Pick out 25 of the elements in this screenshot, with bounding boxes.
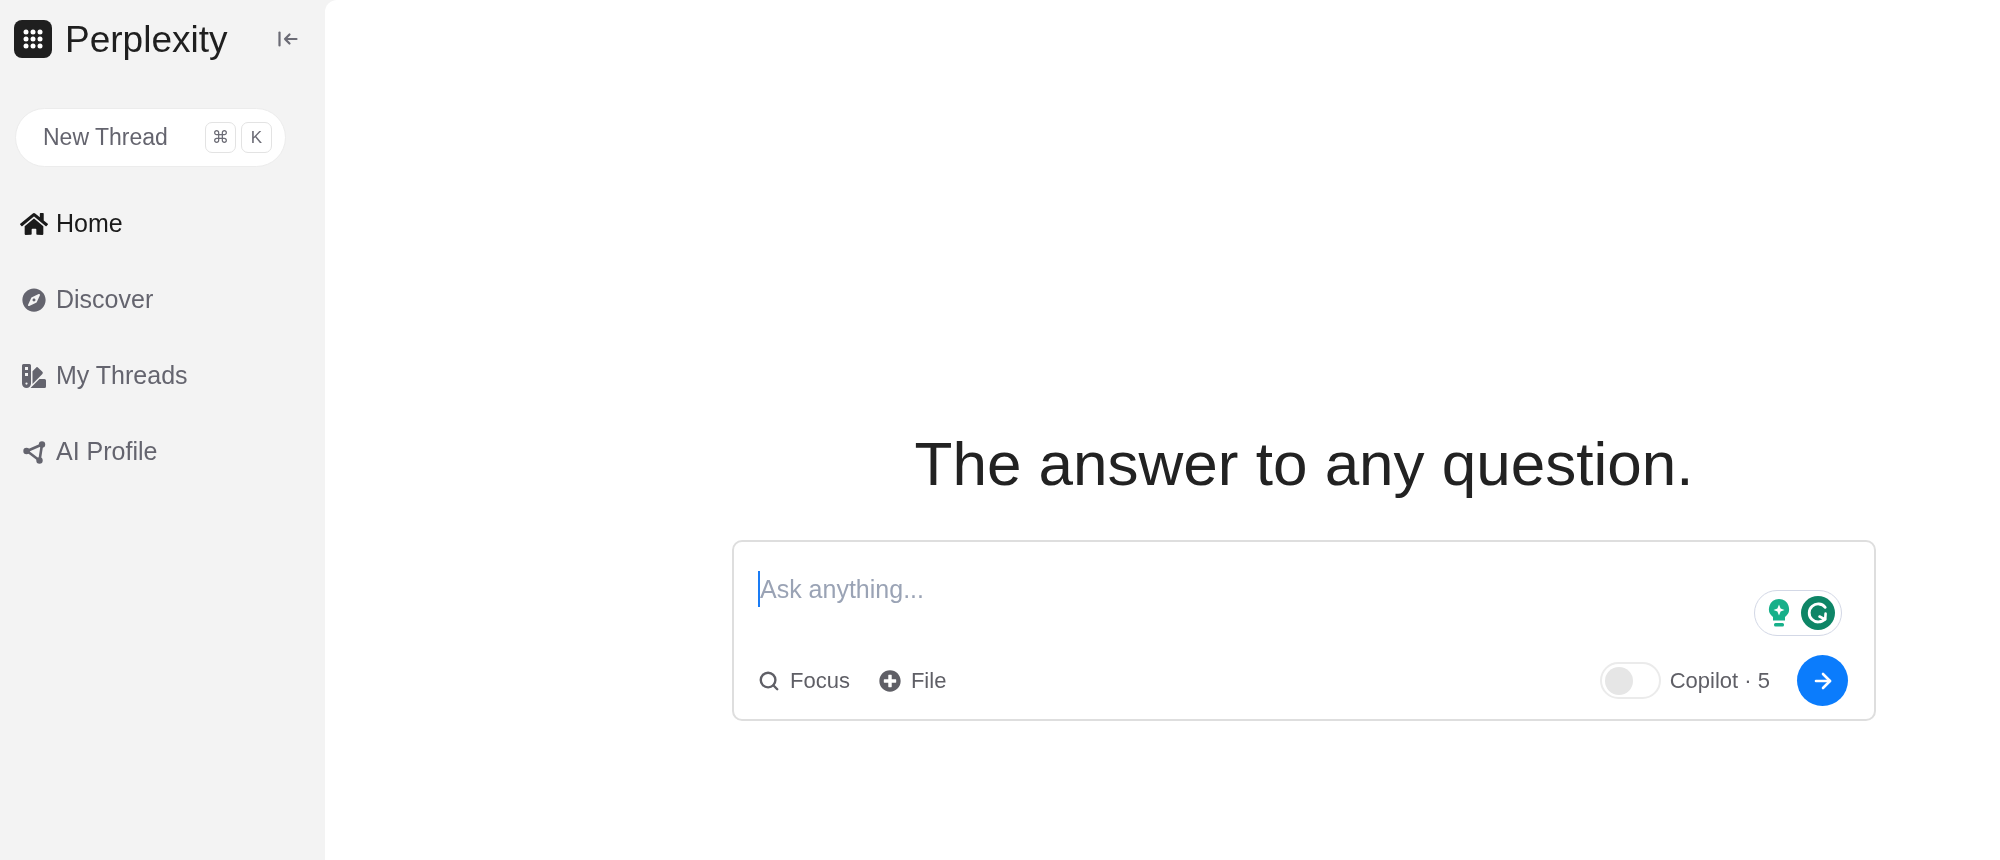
collapse-sidebar-icon (278, 31, 298, 47)
logo-text: Perplexity (65, 20, 228, 58)
nav-item[interactable]: Discover (14, 276, 160, 324)
copilot-label: Copilot · 5 (1669, 667, 1770, 696)
focus-button[interactable]: Focus (758, 664, 850, 698)
swatchbook-icon (22, 364, 46, 388)
nav-item[interactable]: AI Profile (14, 428, 164, 476)
logo-icon (14, 20, 52, 58)
shortcut-key: K (241, 122, 272, 153)
extension-widget[interactable] (1754, 590, 1842, 637)
nodes-icon (22, 440, 46, 464)
new-thread-button[interactable]: New Thread ⌘ K (15, 108, 286, 167)
shortcut-key: ⌘ (205, 122, 236, 153)
compass-icon (22, 288, 46, 312)
copilot-toggle[interactable] (1599, 662, 1661, 700)
nav-item[interactable]: My Threads (14, 352, 194, 400)
page-heading: The answer to any question. (914, 428, 1694, 500)
nav-item[interactable]: Home (14, 200, 129, 248)
send-button[interactable] (1797, 655, 1848, 707)
file-button[interactable]: File (878, 664, 947, 698)
home-icon (20, 210, 48, 238)
search-icon (758, 669, 780, 692)
g-logo-icon (1801, 596, 1835, 631)
lightbulb-icon (1767, 598, 1791, 629)
search-field[interactable]: Ask anything... (760, 568, 1520, 611)
